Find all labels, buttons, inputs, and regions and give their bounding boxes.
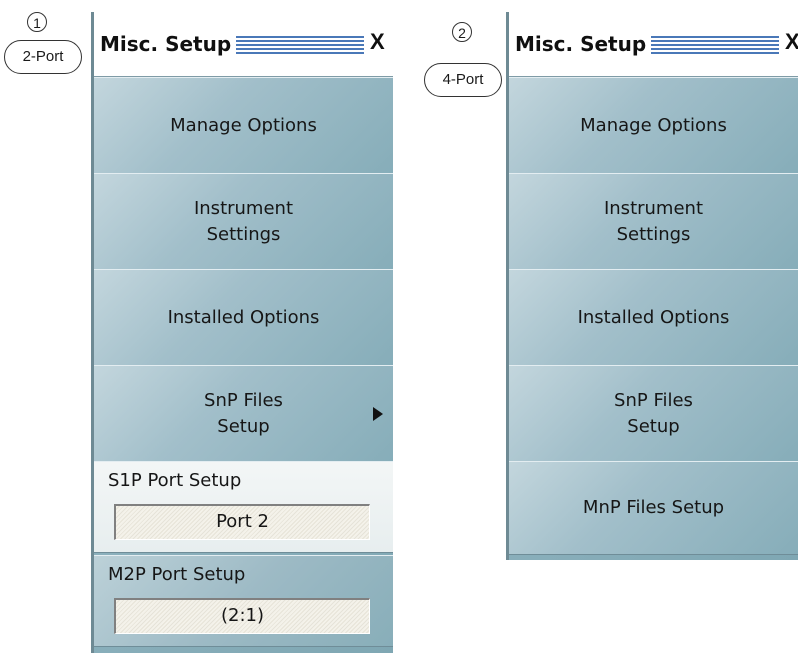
snp-files-setup-button[interactable]: SnP Files Setup (509, 365, 798, 463)
title-bar-lines (651, 36, 779, 56)
button-label: SnP Files Setup (614, 390, 693, 437)
button-label: SnP Files Setup (204, 390, 283, 437)
callout-label: 4-Port (424, 63, 502, 97)
manage-options-button[interactable]: Manage Options (94, 77, 393, 175)
installed-options-button[interactable]: Installed Options (509, 269, 798, 367)
button-label: Manage Options (580, 115, 727, 136)
misc-setup-panel-2port: Misc. Setup X Manage Options Instrument … (91, 12, 393, 653)
panel-title: Misc. Setup (100, 32, 232, 56)
callout-number: 2 (452, 22, 472, 42)
panel-title: Misc. Setup (515, 32, 647, 56)
s1p-port-setup-group: S1P Port Setup Port 2 (94, 461, 393, 553)
instrument-settings-button[interactable]: Instrument Settings (509, 173, 798, 271)
mnp-files-setup-button[interactable]: MnP Files Setup (509, 461, 798, 555)
m2p-port-setup-field[interactable]: (2:1) (114, 598, 370, 634)
title-bar: Misc. Setup X (509, 12, 798, 77)
manage-options-button[interactable]: Manage Options (509, 77, 798, 175)
installed-options-button[interactable]: Installed Options (94, 269, 393, 367)
button-label: MnP Files Setup (582, 497, 725, 518)
callout-label: 2-Port (4, 40, 82, 74)
m2p-port-setup-label: M2P Port Setup (108, 564, 246, 585)
title-bar: Misc. Setup X (94, 12, 393, 77)
button-label: Instrument Settings (193, 198, 294, 245)
snp-files-setup-button[interactable]: SnP Files Setup (94, 365, 393, 463)
button-label: Manage Options (170, 115, 317, 136)
close-button[interactable]: X (785, 29, 798, 55)
title-bar-lines (236, 36, 364, 56)
button-label: Instrument Settings (603, 198, 704, 245)
misc-setup-panel-4port: Misc. Setup X Manage Options Instrument … (506, 12, 798, 560)
s1p-port-setup-field[interactable]: Port 2 (114, 504, 370, 540)
s1p-port-setup-label: S1P Port Setup (108, 470, 242, 491)
button-label: Installed Options (167, 307, 320, 328)
close-button[interactable]: X (370, 29, 385, 55)
instrument-settings-button[interactable]: Instrument Settings (94, 173, 393, 271)
callout-number: 1 (27, 12, 47, 32)
button-label: Installed Options (577, 307, 730, 328)
submenu-arrow-icon (373, 407, 383, 421)
m2p-port-setup-group: M2P Port Setup (2:1) (94, 555, 393, 647)
